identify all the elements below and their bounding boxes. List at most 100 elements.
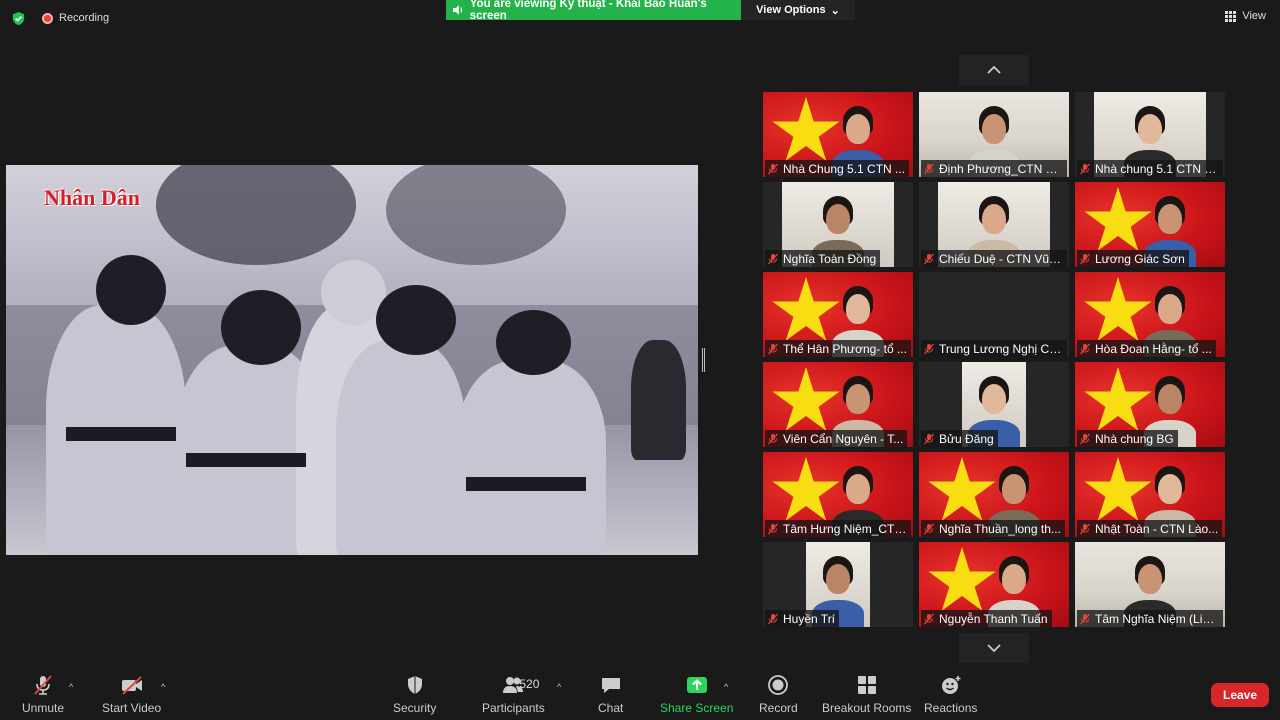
share-screen-button[interactable]: Share Screen: [660, 674, 733, 715]
viewing-screen-banner: You are viewing Kỹ thuật - Khải Bảo Huấn…: [446, 0, 741, 22]
unmute-button[interactable]: Unmute: [22, 674, 64, 715]
leave-button[interactable]: Leave: [1211, 683, 1269, 707]
participant-name: Nghĩa Thuần_long th...: [939, 521, 1061, 536]
video-frame-figure-head: [221, 290, 301, 365]
video-frame-figure: [456, 360, 606, 555]
participant-name-tag: Nhà chung 5.1 CTN H...: [1077, 160, 1223, 177]
flag-star-icon: [928, 457, 996, 521]
participant-name-tag: Thể Hân Phương- tổ ...: [765, 340, 911, 357]
muted-mic-icon: [1080, 523, 1090, 534]
participant-tile[interactable]: Định Phương_CTN H...: [919, 92, 1069, 177]
participant-tile[interactable]: Viên Cẩn Nguyên - T...: [763, 362, 913, 447]
chat-button[interactable]: Chat: [598, 674, 623, 715]
view-button[interactable]: View: [1225, 10, 1266, 22]
grid-view-icon: [1225, 10, 1237, 22]
muted-mic-icon: [924, 343, 934, 354]
participant-face: [1158, 204, 1182, 234]
participant-tile[interactable]: Nhật Toàn - CTN Lào...: [1075, 452, 1225, 537]
record-button[interactable]: Record: [759, 674, 798, 715]
breakout-rooms-button[interactable]: Breakout Rooms: [822, 674, 911, 715]
participant-face: [1138, 564, 1162, 594]
participant-face: [1002, 564, 1026, 594]
participant-name-tag: Định Phương_CTN H...: [921, 160, 1067, 177]
resize-splitter-handle[interactable]: [702, 348, 705, 372]
zoom-meeting-window: Recording You are viewing Kỹ thuật - Khả…: [0, 0, 1280, 720]
video-frame-belt: [66, 427, 176, 441]
muted-mic-icon: [924, 253, 934, 264]
participant-name: Nhà Chung 5.1 CTN ...: [783, 161, 906, 176]
participant-name-tag: Nguyễn Thanh Tuấn: [921, 610, 1052, 627]
video-frame-figure: [336, 340, 466, 555]
participant-tile[interactable]: Bửu Đăng: [919, 362, 1069, 447]
reactions-button[interactable]: Reactions: [924, 674, 977, 715]
participant-tile[interactable]: Tâm Nghĩa Niệm (Liê...: [1075, 542, 1225, 627]
share-screen-label: Share Screen: [660, 701, 734, 715]
participant-name: Nguyễn Thanh Tuấn: [939, 611, 1048, 626]
video-options-caret-icon[interactable]: ^: [161, 682, 165, 692]
muted-mic-icon: [768, 523, 778, 534]
participant-name: Tâm Hưng Niệm_CTN...: [783, 521, 907, 536]
recording-dot-icon: [42, 12, 53, 24]
participant-tile[interactable]: Nhà chung 5.1 CTN H...: [1075, 92, 1225, 177]
muted-mic-icon: [1080, 343, 1090, 354]
participant-name: Nhà chung 5.1 CTN H...: [1095, 161, 1219, 176]
share-options-caret-icon[interactable]: ^: [724, 682, 728, 692]
muted-mic-icon: [768, 613, 778, 624]
video-frame-belt: [186, 453, 306, 467]
video-frame-figure: [631, 340, 686, 460]
muted-mic-icon: [768, 253, 778, 264]
participants-button[interactable]: 520 Participants: [482, 674, 545, 715]
unmute-label: Unmute: [22, 701, 65, 715]
meeting-toolbar: Unmute ^ Start Video ^ Security 520 Part…: [0, 668, 1280, 720]
participants-icon: 520: [501, 674, 539, 696]
participant-tile[interactable]: Nhà chung BG: [1075, 362, 1225, 447]
participant-name: Hòa Đoan Hằng- tổ ...: [1095, 341, 1212, 356]
share-screen-icon: [685, 674, 709, 696]
participant-tile[interactable]: Nguyễn Thanh Tuấn: [919, 542, 1069, 627]
participant-tile[interactable]: Trung Lương Nghị CT...: [919, 272, 1069, 357]
participant-tile[interactable]: Lương Giác Sơn: [1075, 182, 1225, 267]
chat-bubble-icon: [599, 674, 623, 696]
security-button[interactable]: Security: [393, 674, 436, 715]
participant-face: [846, 474, 870, 504]
flag-star-icon: [772, 457, 840, 521]
participant-count: 520: [519, 677, 540, 691]
encryption-shield-icon[interactable]: [11, 11, 26, 26]
participant-name: Nhật Toàn - CTN Lào...: [1095, 521, 1219, 536]
participant-name: Chiếu Duệ - CTN Vũn...: [939, 251, 1063, 266]
participant-name: Định Phương_CTN H...: [939, 161, 1063, 176]
reactions-label: Reactions: [924, 701, 978, 715]
participant-tile[interactable]: Nghĩa Toàn Đồng: [763, 182, 913, 267]
participant-face: [826, 204, 850, 234]
gallery-prev-page-button[interactable]: [959, 55, 1029, 85]
participant-face: [826, 564, 850, 594]
gallery-next-page-button[interactable]: [959, 633, 1029, 663]
participant-tile[interactable]: Nghĩa Thuần_long th...: [919, 452, 1069, 537]
recording-indicator[interactable]: Recording: [42, 12, 109, 24]
video-frame-figure-head: [496, 310, 571, 375]
breakout-rooms-icon: [855, 674, 879, 696]
chevron-down-icon: ⌄: [830, 4, 840, 17]
muted-mic-icon: [924, 523, 934, 534]
participant-name: Lương Giác Sơn: [1095, 251, 1185, 266]
participant-name: Trung Lương Nghị CT...: [939, 341, 1063, 356]
start-video-button[interactable]: Start Video: [102, 674, 161, 715]
audio-options-caret-icon[interactable]: ^: [69, 682, 73, 692]
participants-options-caret-icon[interactable]: ^: [557, 682, 561, 692]
participant-name-tag: Lương Giác Sơn: [1077, 250, 1189, 267]
participant-tile[interactable]: Chiếu Duệ - CTN Vũn...: [919, 182, 1069, 267]
participant-tile[interactable]: Tâm Hưng Niệm_CTN...: [763, 452, 913, 537]
participant-tile[interactable]: Thể Hân Phương- tổ ...: [763, 272, 913, 357]
muted-mic-icon: [1080, 613, 1090, 624]
participant-name-tag: Nhà Chung 5.1 CTN ...: [765, 160, 910, 177]
participant-name-tag: Nhà chung BG: [1077, 430, 1178, 447]
participant-name-tag: Tâm Hưng Niệm_CTN...: [765, 520, 911, 537]
shared-screen-view[interactable]: Nhân Dân: [6, 165, 698, 555]
muted-mic-icon: [924, 163, 934, 174]
flag-star-icon: [772, 97, 840, 161]
participant-tile[interactable]: Nhà Chung 5.1 CTN ...: [763, 92, 913, 177]
muted-mic-icon: [924, 613, 934, 624]
view-options-button[interactable]: View Options ⌄: [741, 0, 855, 20]
participant-tile[interactable]: Huyền Trí: [763, 542, 913, 627]
participant-tile[interactable]: Hòa Đoan Hằng- tổ ...: [1075, 272, 1225, 357]
